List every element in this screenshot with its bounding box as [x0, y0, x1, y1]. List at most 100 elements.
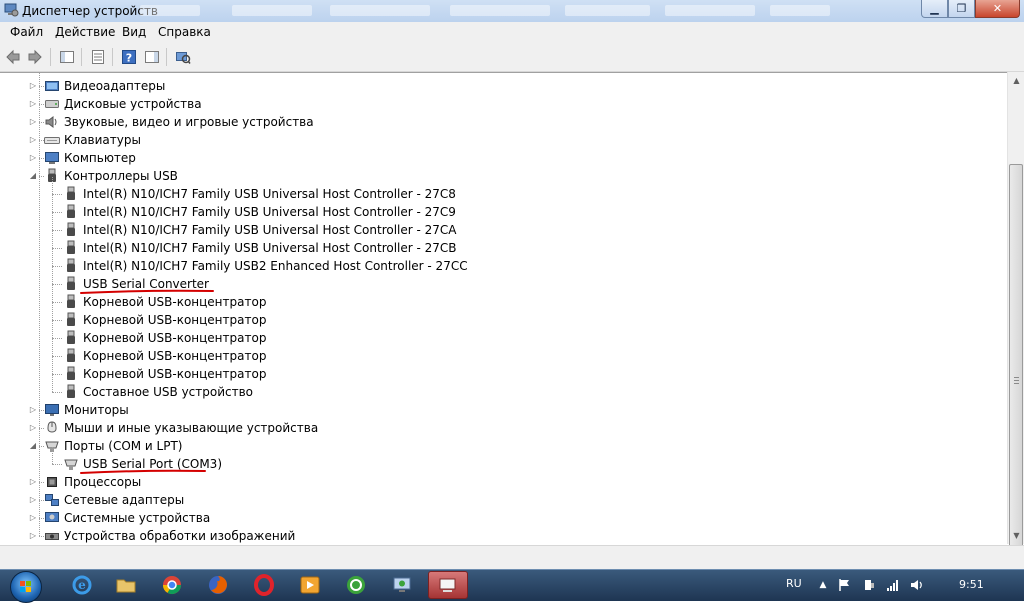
menu-file[interactable]: Файл — [10, 25, 43, 39]
scan-hardware-icon[interactable] — [174, 48, 192, 66]
safely-remove-hardware-icon[interactable] — [862, 578, 876, 592]
collapse-arrow-icon[interactable]: ◢ — [29, 442, 37, 450]
menu-view[interactable]: Вид — [122, 25, 146, 39]
expand-arrow-icon[interactable]: ▷ — [29, 478, 37, 486]
title-bar-glass — [770, 5, 830, 16]
expand-arrow-icon[interactable]: ▷ — [29, 406, 37, 414]
minimize-button[interactable]: ▁ — [921, 0, 948, 18]
tree-device-row[interactable]: Intel(R) N10/ICH7 Family USB Universal H… — [0, 221, 1000, 239]
forward-icon[interactable] — [26, 48, 44, 66]
tree-connector — [52, 338, 62, 339]
tree-device-row[interactable]: Корневой USB-концентратор — [0, 293, 1000, 311]
tree-category-row[interactable]: ▷ Системные устройства — [0, 509, 1000, 527]
tree-category-label: Контроллеры USB — [64, 169, 178, 183]
firefox-icon[interactable] — [198, 571, 238, 599]
tree-category-row[interactable]: ▷ Сетевые адаптеры — [0, 491, 1000, 509]
usb-device-icon — [67, 294, 75, 308]
tree-device-label: Корневой USB-концентратор — [83, 295, 267, 309]
tree-device-row[interactable]: Корневой USB-концентратор — [0, 365, 1000, 383]
tree-category-row[interactable]: ▷ Мониторы — [0, 401, 1000, 419]
clock[interactable]: 9:51 — [959, 578, 984, 591]
expand-arrow-icon[interactable]: ▷ — [29, 100, 37, 108]
scrollbar-grip — [1014, 383, 1019, 384]
show-action-pane-icon[interactable] — [143, 48, 161, 66]
tree-connector — [52, 374, 62, 375]
tree-category-row[interactable]: ▷ Мыши и иные указывающие устройства — [0, 419, 1000, 437]
title-bar-glass — [232, 5, 312, 16]
internet-explorer-icon[interactable]: e — [62, 571, 102, 599]
usb-device-icon — [67, 258, 75, 272]
expand-arrow-icon[interactable]: ▷ — [29, 136, 37, 144]
tree-device-row[interactable]: Корневой USB-концентратор — [0, 347, 1000, 365]
restore-button[interactable]: ❐ — [948, 0, 975, 18]
tree-device-row[interactable]: USB Serial Port (COM3) — [0, 455, 1000, 474]
window-controls: ▁ ❐ ✕ — [921, 0, 1020, 18]
expand-arrow-icon[interactable]: ▷ — [29, 154, 37, 162]
opera-icon[interactable] — [244, 571, 284, 599]
menu-help[interactable]: Справка — [158, 25, 211, 39]
help-icon[interactable]: ? — [120, 48, 138, 66]
properties-icon[interactable] — [89, 48, 107, 66]
usb-device-icon — [67, 384, 75, 398]
green-app-icon[interactable] — [336, 571, 376, 599]
action-center-flag-icon[interactable] — [838, 578, 852, 592]
expand-arrow-icon[interactable]: ▷ — [29, 514, 37, 522]
network-signal-icon[interactable] — [886, 578, 900, 592]
media-player-icon[interactable] — [290, 571, 330, 599]
tree-device-row[interactable]: Intel(R) N10/ICH7 Family USB Universal H… — [0, 203, 1000, 221]
network-app-icon[interactable] — [382, 571, 422, 599]
tree-category-row[interactable]: ▷ Звуковые, видео и игровые устройства — [0, 113, 1000, 131]
menu-action[interactable]: Действие — [55, 25, 115, 39]
device-manager-app-icon — [4, 3, 19, 17]
show-hidden-icons-icon[interactable]: ▲ — [816, 578, 830, 592]
title-bar-glass — [665, 5, 755, 16]
title-bar-glass — [565, 5, 650, 16]
tree-category-row[interactable]: ◢ Контроллеры USB — [0, 167, 1000, 185]
expand-arrow-icon[interactable]: ▷ — [29, 424, 37, 432]
tree-category-row[interactable]: ▷ Дисковые устройства — [0, 95, 1000, 113]
tree-connector — [52, 320, 62, 321]
tree-category-label: Системные устройства — [64, 511, 211, 525]
tree-device-row[interactable]: Составное USB устройство — [0, 383, 1000, 401]
tree-branch-line — [52, 447, 53, 464]
tree-category-row[interactable]: ◢ Порты (COM и LPT) — [0, 437, 1000, 455]
tree-connector — [52, 248, 62, 249]
tree-connector — [52, 230, 62, 231]
expand-arrow-icon[interactable]: ▷ — [29, 532, 37, 540]
scrollbar-grip — [1014, 380, 1019, 381]
expand-arrow-icon[interactable]: ▷ — [29, 496, 37, 504]
svg-text:?: ? — [126, 52, 132, 65]
tree-device-row[interactable]: Intel(R) N10/ICH7 Family USB Universal H… — [0, 239, 1000, 257]
volume-icon[interactable] — [910, 578, 924, 592]
tree-device-row[interactable]: Intel(R) N10/ICH7 Family USB2 Enhanced H… — [0, 257, 1000, 275]
tree-category-row[interactable]: ▷ Устройства обработки изображений — [0, 527, 1000, 545]
explorer-folder-icon[interactable] — [106, 571, 146, 599]
chrome-icon[interactable] — [152, 571, 192, 599]
tree-category-row[interactable]: ▷ Компьютер — [0, 149, 1000, 167]
collapse-arrow-icon[interactable]: ◢ — [29, 172, 37, 180]
tree-category-label: Клавиатуры — [64, 133, 141, 147]
usb-device-icon — [67, 222, 75, 236]
tree-category-row[interactable]: ▷ Клавиатуры — [0, 131, 1000, 149]
back-icon[interactable] — [4, 48, 22, 66]
tree-device-row[interactable]: Intel(R) N10/ICH7 Family USB Universal H… — [0, 185, 1000, 203]
start-button[interactable] — [10, 571, 42, 603]
tree-category-row[interactable]: ▷ Процессоры — [0, 473, 1000, 491]
tree-device-row[interactable]: USB Serial Converter — [0, 275, 1000, 294]
device-manager-icon[interactable] — [428, 571, 468, 599]
usb-device-icon — [67, 330, 75, 344]
mouse-icon — [47, 421, 57, 433]
scroll-down-arrow-icon[interactable]: ▼ — [1008, 527, 1024, 544]
expand-arrow-icon[interactable]: ▷ — [29, 82, 37, 90]
expand-arrow-icon[interactable]: ▷ — [29, 118, 37, 126]
tree-device-row[interactable]: Корневой USB-концентратор — [0, 311, 1000, 329]
close-button[interactable]: ✕ — [975, 0, 1020, 18]
vertical-scrollbar[interactable]: ▲ ▼ — [1007, 72, 1024, 601]
tree-device-label: Intel(R) N10/ICH7 Family USB2 Enhanced H… — [83, 259, 468, 273]
language-indicator[interactable]: RU — [786, 577, 802, 590]
usb-device-icon — [67, 276, 75, 290]
tree-category-row[interactable]: ▷ Видеоадаптеры — [0, 77, 1000, 95]
scroll-up-arrow-icon[interactable]: ▲ — [1008, 72, 1024, 89]
show-hide-console-tree-icon[interactable] — [58, 48, 76, 66]
tree-device-row[interactable]: Корневой USB-концентратор — [0, 329, 1000, 347]
